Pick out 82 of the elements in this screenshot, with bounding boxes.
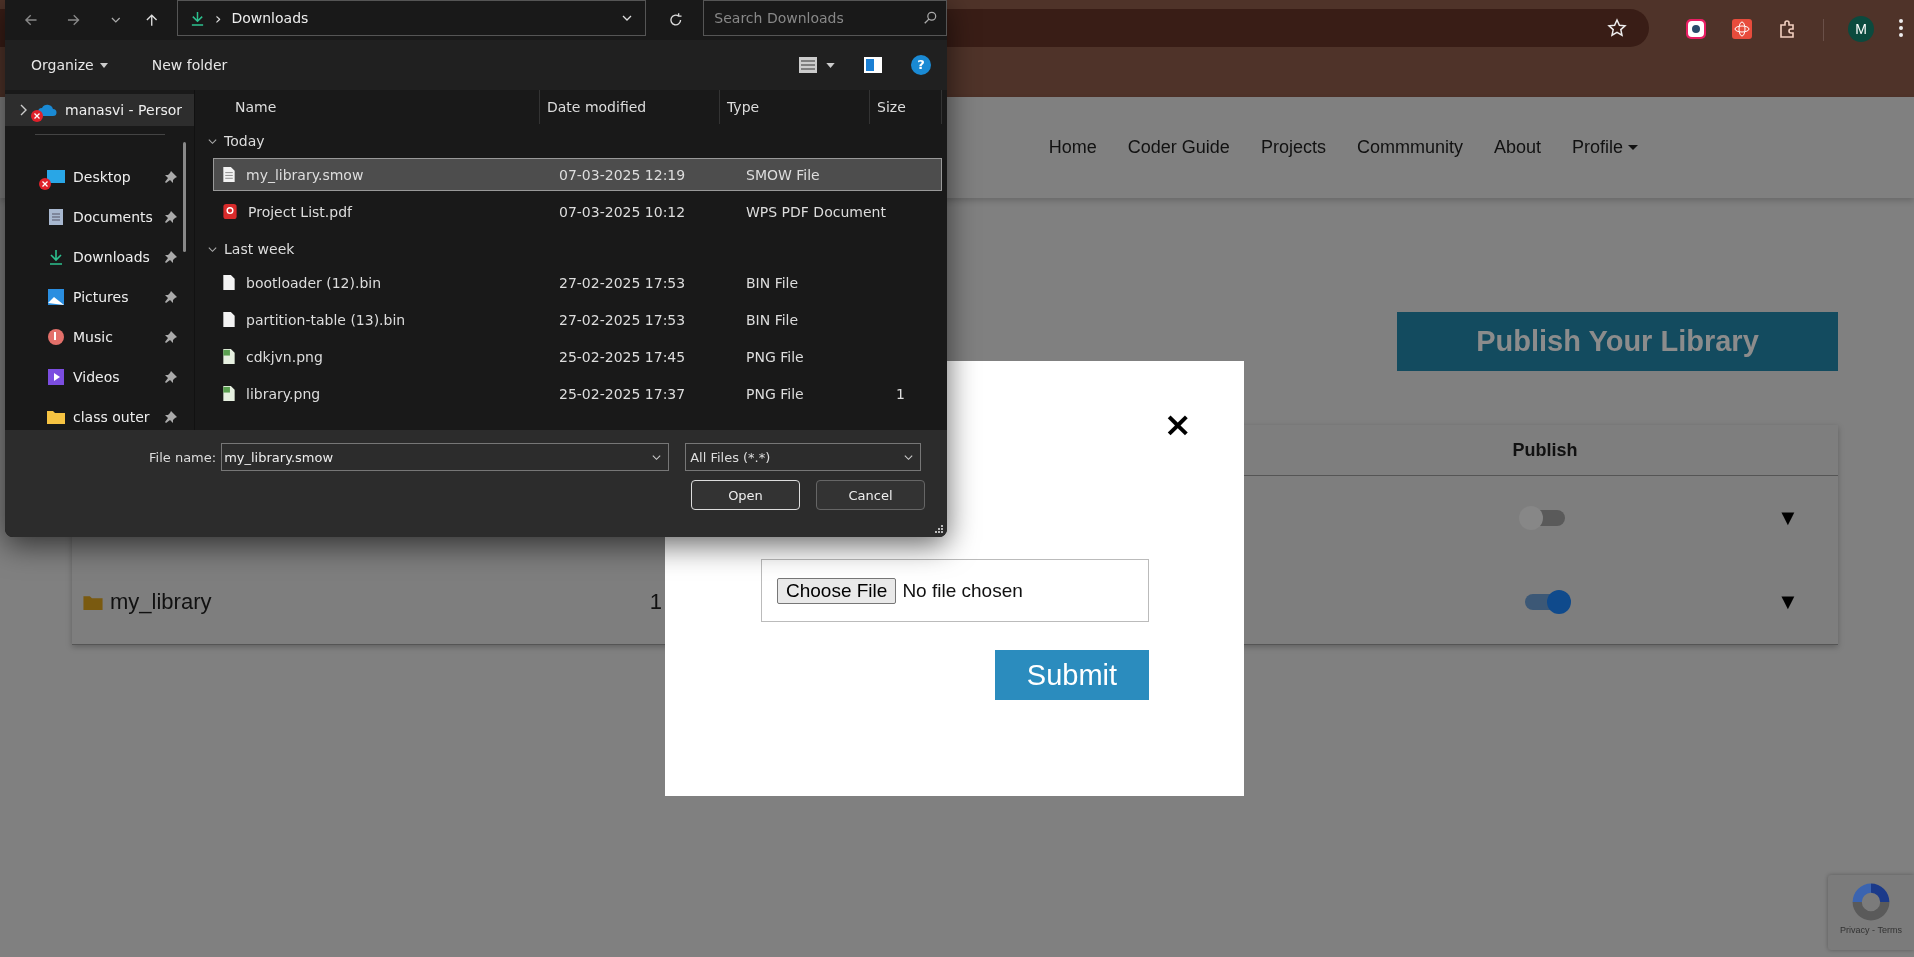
folder-icon xyxy=(82,593,104,611)
open-button[interactable]: Open xyxy=(691,480,800,510)
nav-pane-item[interactable]: Downloads xyxy=(5,241,194,273)
caret-icon xyxy=(1628,145,1638,150)
error-badge-icon xyxy=(39,178,51,190)
new-folder-button[interactable]: New folder xyxy=(145,53,234,77)
column-header[interactable]: Date modified xyxy=(540,90,720,124)
caret-icon xyxy=(99,62,108,68)
chevron-right-icon[interactable] xyxy=(19,104,27,116)
nav-link[interactable]: Profile xyxy=(1571,137,1638,158)
close-button[interactable]: × xyxy=(1163,407,1192,441)
nav-link[interactable]: Home xyxy=(1048,137,1097,158)
forward-arrow-icon[interactable] xyxy=(66,12,82,28)
pin-icon[interactable] xyxy=(165,331,177,343)
submit-button[interactable]: Submit xyxy=(995,650,1149,700)
group-header[interactable]: Today xyxy=(195,124,947,158)
refresh-icon[interactable] xyxy=(667,12,684,28)
expand-toggle[interactable]: ▼ xyxy=(1777,505,1799,531)
chevron-down-icon[interactable] xyxy=(651,452,663,463)
atom-icon[interactable] xyxy=(1731,18,1753,40)
folder-icon xyxy=(45,409,67,425)
nav-pane-item[interactable]: Videos xyxy=(5,361,194,393)
image-file-icon xyxy=(222,348,236,365)
file-row[interactable]: library.png 25-02-2025 17:37 PNG File 1 xyxy=(213,377,942,410)
file-row[interactable]: my_library.smow 07-03-2025 12:19 SMOW File xyxy=(213,158,942,191)
up-arrow-icon[interactable] xyxy=(143,12,159,28)
organize-button[interactable]: Organize xyxy=(25,53,114,77)
blank-file-icon xyxy=(222,274,236,291)
resize-grip-icon[interactable] xyxy=(935,525,943,533)
expand-toggle[interactable]: ▼ xyxy=(1777,589,1799,615)
video-icon xyxy=(45,368,67,386)
camera-lens-icon[interactable] xyxy=(1685,18,1707,40)
file-name-label: File name: xyxy=(149,449,217,465)
nav-link[interactable]: Coder Guide xyxy=(1127,137,1230,158)
pin-icon[interactable] xyxy=(165,411,177,423)
error-badge-icon xyxy=(31,110,43,122)
nav-pane-item[interactable]: Desktop xyxy=(5,161,194,193)
file-row[interactable]: bootloader (12).bin 27-02-2025 17:53 BIN File xyxy=(213,266,942,299)
preview-pane-icon[interactable] xyxy=(863,56,883,74)
search-icon xyxy=(923,11,937,25)
nav-pane-item[interactable]: manasvi - Persor xyxy=(5,94,194,126)
blank-file-icon xyxy=(222,311,236,328)
nav-pane-item[interactable]: Documents xyxy=(5,201,194,233)
pdf-file-icon xyxy=(222,203,238,220)
file-row[interactable]: cdkjvn.png 25-02-2025 17:45 PNG File xyxy=(213,340,942,373)
image-file-icon xyxy=(222,385,236,402)
pin-icon[interactable] xyxy=(165,371,177,383)
back-arrow-icon[interactable] xyxy=(23,12,39,28)
file-type-dropdown[interactable]: All Files (*.*) xyxy=(685,443,922,471)
column-header[interactable]: Type xyxy=(720,90,870,124)
nav-link[interactable]: About xyxy=(1493,137,1541,158)
text-file-icon xyxy=(222,166,236,183)
file-row[interactable]: partition-table (13).bin 27-02-2025 17:53 BIN File xyxy=(213,303,942,336)
column-header[interactable]: Name xyxy=(195,90,540,124)
more-icon[interactable] xyxy=(1898,18,1904,38)
pin-icon[interactable] xyxy=(165,251,177,263)
profile-avatar[interactable]: M xyxy=(1848,16,1874,42)
group-header[interactable]: Last week xyxy=(195,232,947,266)
list-view-icon[interactable] xyxy=(798,56,818,74)
nav-link[interactable]: Commmunity xyxy=(1356,137,1463,158)
file-input[interactable]: Choose File No file chosen xyxy=(761,559,1149,622)
nav-link[interactable]: Projects xyxy=(1260,137,1326,158)
picture-icon xyxy=(45,288,67,306)
help-button[interactable]: ? xyxy=(911,55,931,75)
star-icon[interactable] xyxy=(1607,18,1627,38)
nav-pane-item[interactable]: class outer xyxy=(5,401,194,433)
column-header[interactable]: Size xyxy=(870,90,942,124)
pin-icon[interactable] xyxy=(165,211,177,223)
file-name-field[interactable]: my_library.smow xyxy=(221,443,670,471)
pin-icon[interactable] xyxy=(165,171,177,183)
nav-pane-item[interactable]: Music xyxy=(5,321,194,353)
cancel-button[interactable]: Cancel xyxy=(816,480,925,510)
pin-icon[interactable] xyxy=(165,291,177,303)
column-header: Publish xyxy=(1511,439,1579,461)
file-row[interactable]: Project List.pdf 07-03-2025 10:12 WPS PDF Document xyxy=(213,195,942,228)
caret-icon[interactable] xyxy=(826,62,835,68)
count-cell: 1 xyxy=(649,589,662,614)
download-icon xyxy=(190,10,205,26)
nav-pane-item[interactable]: Pictures xyxy=(5,281,194,313)
search-field[interactable]: Search Downloads xyxy=(703,0,947,36)
library-name: my_library xyxy=(110,589,212,615)
address-field[interactable]: › Downloads xyxy=(177,0,646,36)
